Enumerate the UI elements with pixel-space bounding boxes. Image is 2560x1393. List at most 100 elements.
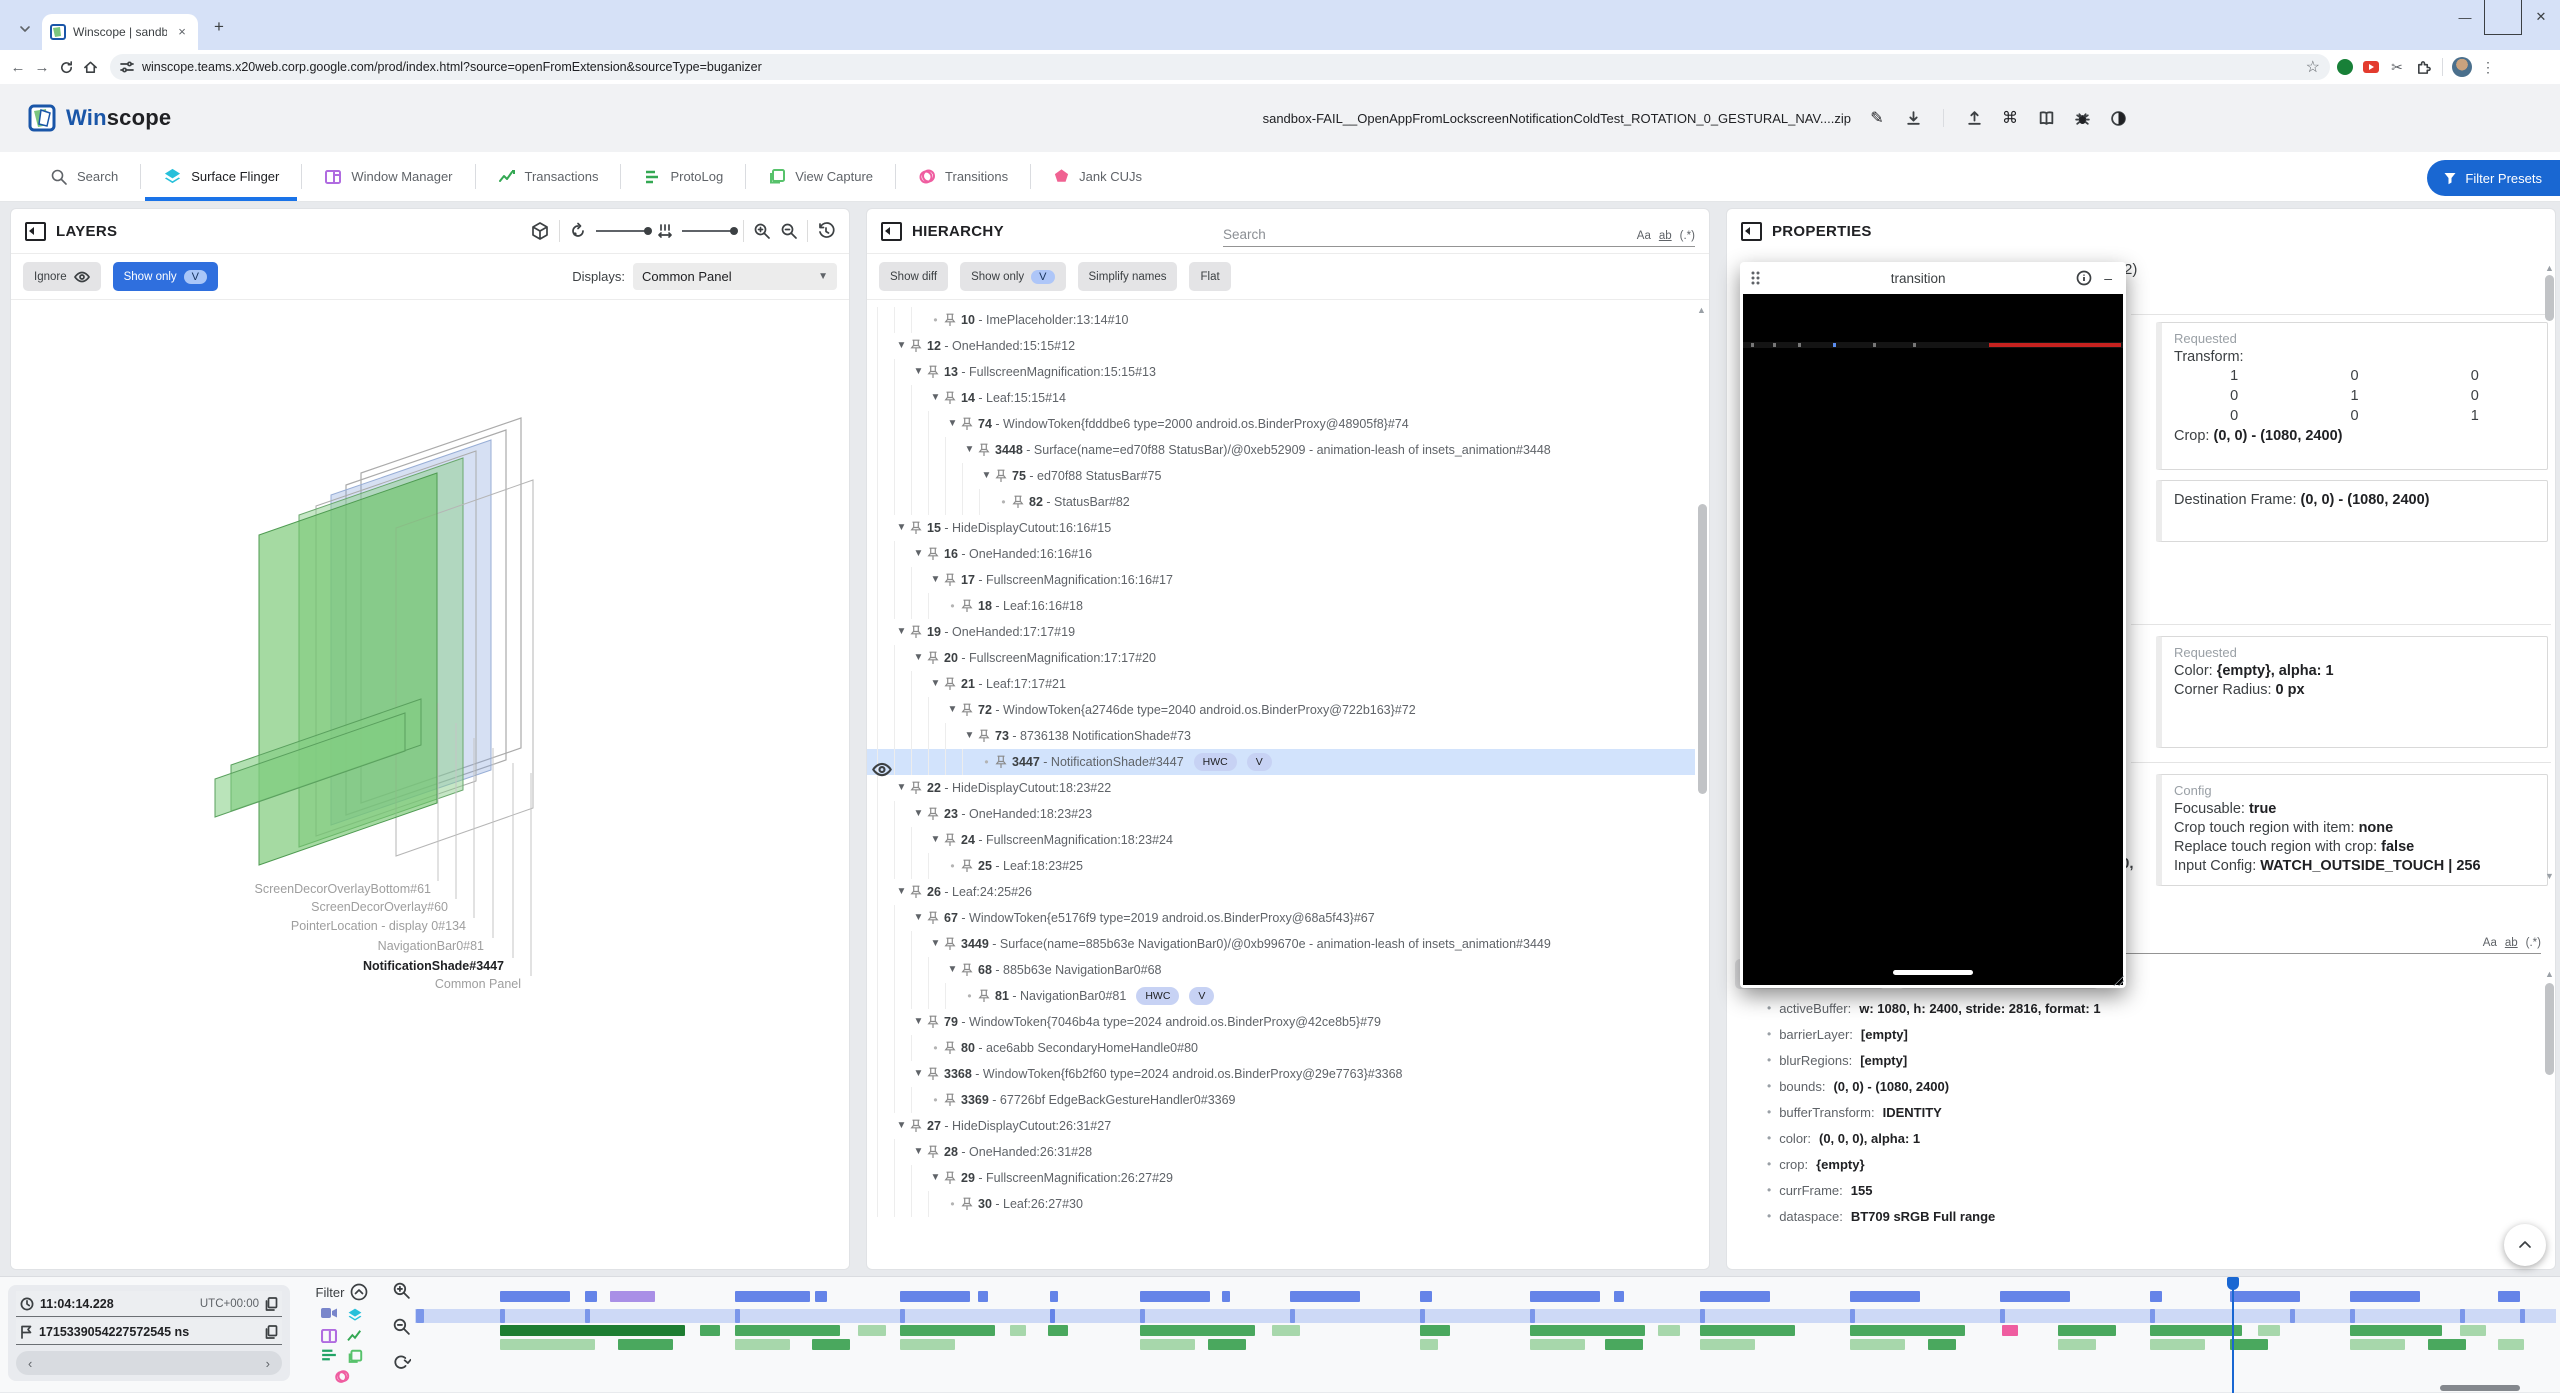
home-icon[interactable] xyxy=(80,57,100,77)
trace-segment[interactable] xyxy=(700,1325,720,1336)
extension-clip-icon[interactable]: ✂ xyxy=(2386,56,2408,78)
trace-segment[interactable] xyxy=(2520,1309,2525,1323)
spacing-icon[interactable] xyxy=(657,223,673,239)
hierarchy-node-27[interactable]: ▼27 - HideDisplayCutout:26:31#27 xyxy=(867,1113,1695,1139)
zoom-out-icon[interactable] xyxy=(780,222,798,240)
trace-segment[interactable] xyxy=(858,1325,886,1336)
windowmanager-filter-icon[interactable] xyxy=(321,1329,337,1343)
node-label[interactable]: 3368 - WindowToken{f6b2f60 type=2024 and… xyxy=(944,1061,1403,1087)
node-label[interactable]: 26 - Leaf:24:25#26 xyxy=(927,879,1032,905)
hierarchy-node-3369[interactable]: •3369 - 67726bf EdgeBackGestureHandler0#… xyxy=(867,1087,1695,1113)
trace-segment[interactable] xyxy=(1850,1309,1855,1323)
layers-3d-canvas[interactable]: ScreenDecorOverlayBottom#61 ScreenDecorO… xyxy=(11,300,849,1270)
timeline-cursor[interactable] xyxy=(2232,1277,2234,1393)
transitions-filter-icon[interactable] xyxy=(334,1369,350,1385)
trace-segment[interactable] xyxy=(1420,1291,1432,1302)
hierarchy-node-22[interactable]: ▼22 - HideDisplayCutout:18:23#22 xyxy=(867,775,1695,801)
3d-view-icon[interactable] xyxy=(530,221,550,241)
spacing-slider[interactable] xyxy=(682,230,734,232)
node-label[interactable]: 16 - OneHanded:16:16#16 xyxy=(944,541,1092,567)
trace-segment[interactable] xyxy=(1140,1339,1195,1350)
minimize-window-icon[interactable]: – xyxy=(2100,270,2116,286)
node-label[interactable]: 80 - ace6abb SecondaryHomeHandle0#80 xyxy=(961,1035,1198,1061)
trace-segment[interactable] xyxy=(2498,1291,2520,1302)
node-label[interactable]: 74 - WindowToken{fdddbe6 type=2000 andro… xyxy=(978,411,1409,437)
trace-segment[interactable] xyxy=(1420,1325,1450,1336)
trace-segment[interactable] xyxy=(900,1291,970,1302)
hierarchy-node-15[interactable]: ▼15 - HideDisplayCutout:16:16#15 xyxy=(867,515,1695,541)
node-label[interactable]: 79 - WindowToken{7046b4a type=2024 andro… xyxy=(944,1009,1381,1035)
trace-segment[interactable] xyxy=(1928,1339,1956,1350)
tab-search[interactable]: Search xyxy=(28,152,140,201)
hierarchy-node-17[interactable]: ▼17 - FullscreenMagnification:16:16#17 xyxy=(867,567,1695,593)
trace-segment[interactable] xyxy=(1272,1325,1300,1336)
address-bar[interactable]: winscope.teams.x20web.corp.google.com/pr… xyxy=(110,54,2330,80)
node-label[interactable]: 3369 - 67726bf EdgeBackGestureHandler0#3… xyxy=(961,1087,1236,1113)
layer-label[interactable]: PointerLocation - display 0#134 xyxy=(291,919,466,933)
trace-segment[interactable] xyxy=(585,1309,590,1323)
node-label[interactable]: 13 - FullscreenMagnification:15:15#13 xyxy=(944,359,1156,385)
trace-segment[interactable] xyxy=(500,1339,595,1350)
hierarchy-node-23[interactable]: ▼23 - OneHanded:18:23#23 xyxy=(867,801,1695,827)
layer-label-selected[interactable]: NotificationShade#3447 xyxy=(363,959,504,973)
node-label[interactable]: 73 - 8736138 NotificationShade#73 xyxy=(995,723,1191,749)
timeline-scrollbar[interactable] xyxy=(2440,1385,2520,1391)
expand-arrow-icon[interactable]: ▼ xyxy=(894,515,909,541)
trace-segment[interactable] xyxy=(1208,1339,1246,1350)
node-label[interactable]: 67 - WindowToken{e5176f9 type=2019 andro… xyxy=(944,905,1375,931)
flat-chip[interactable]: Flat xyxy=(1189,262,1230,291)
rotation-icon[interactable] xyxy=(569,222,587,240)
node-label[interactable]: 28 - OneHanded:26:31#28 xyxy=(944,1139,1092,1165)
hierarchy-node-29[interactable]: ▼29 - FullscreenMagnification:26:27#29 xyxy=(867,1165,1695,1191)
trace-segment[interactable] xyxy=(2350,1325,2442,1336)
trace-segment[interactable] xyxy=(735,1339,790,1350)
node-label[interactable]: 19 - OneHanded:17:17#19 xyxy=(927,619,1075,645)
properties-search-input[interactable] xyxy=(2079,934,2475,953)
browser-avatar[interactable] xyxy=(2451,56,2473,78)
node-label[interactable]: 14 - Leaf:15:15#14 xyxy=(961,385,1066,411)
hierarchy-node-26[interactable]: ▼26 - Leaf:24:25#26 xyxy=(867,879,1695,905)
trace-segment[interactable] xyxy=(1048,1325,1068,1336)
expand-arrow-icon[interactable]: ▼ xyxy=(928,827,943,853)
hierarchy-scrollbar[interactable] xyxy=(1698,504,1707,794)
trace-segment[interactable] xyxy=(1530,1309,1535,1323)
hierarchy-node-24[interactable]: ▼ 24 - FullscreenMagnification:18:23#24 xyxy=(867,827,1695,853)
trace-segment[interactable] xyxy=(1700,1325,1795,1336)
upload-icon[interactable] xyxy=(1964,108,1984,128)
current-ns-field[interactable]: 1715339054227572545 ns xyxy=(16,1319,282,1345)
tab-protolog[interactable]: ProtoLog xyxy=(621,152,745,201)
trace-segment[interactable] xyxy=(500,1325,685,1336)
zoom-in-icon[interactable] xyxy=(392,1281,411,1300)
property-item[interactable]: •color: (0, 0, 0), alpha: 1 xyxy=(1727,1125,2547,1151)
node-label[interactable]: 24 - FullscreenMagnification:18:23#24 xyxy=(961,827,1173,853)
trace-segment[interactable] xyxy=(2230,1339,2268,1350)
trace-segment[interactable] xyxy=(1605,1339,1643,1350)
property-item[interactable]: •dataspace: BT709 sRGB Full range xyxy=(1727,1203,2547,1229)
expand-arrow-icon[interactable]: ▼ xyxy=(962,437,977,463)
rotation-slider[interactable] xyxy=(596,230,648,232)
trace-segment[interactable] xyxy=(2350,1291,2420,1302)
zoom-in-icon[interactable] xyxy=(753,222,771,240)
trace-segment[interactable] xyxy=(2150,1339,2205,1350)
trace-segment[interactable] xyxy=(1700,1339,1755,1350)
row-visibility-eye-icon[interactable] xyxy=(872,762,892,777)
hierarchy-node-25[interactable]: •25 - Leaf:18:23#25 xyxy=(867,853,1695,879)
trace-segment[interactable] xyxy=(735,1325,840,1336)
tab-close-icon[interactable]: × xyxy=(174,24,190,40)
bookmark-star-icon[interactable]: ☆ xyxy=(2306,57,2320,77)
trace-segment[interactable] xyxy=(1700,1291,1770,1302)
collapse-filter-icon[interactable] xyxy=(350,1283,368,1301)
zoom-out-icon[interactable] xyxy=(392,1317,411,1336)
hierarchy-node-3447[interactable]: •3447 - NotificationShade#3447HWCV xyxy=(867,749,1695,775)
tab-surface-flinger[interactable]: Surface Flinger xyxy=(141,152,301,201)
prev-frame-button[interactable]: ‹ xyxy=(28,1356,32,1371)
current-time-field[interactable]: 11:04:14.228 UTC+00:00 xyxy=(16,1291,282,1317)
hierarchy-node-14[interactable]: ▼ 14 - Leaf:15:15#14 xyxy=(867,385,1695,411)
node-label[interactable]: 25 - Leaf:18:23#25 xyxy=(978,853,1083,879)
trace-segment[interactable] xyxy=(1290,1291,1360,1302)
reload-icon[interactable] xyxy=(56,57,76,77)
tab-transactions[interactable]: Transactions xyxy=(476,152,621,201)
hierarchy-node-3449[interactable]: ▼3449 - Surface(name=885b63e NavigationB… xyxy=(867,931,1695,957)
expand-arrow-icon[interactable]: ▼ xyxy=(928,385,943,411)
expand-arrow-icon[interactable]: ▼ xyxy=(945,957,960,983)
